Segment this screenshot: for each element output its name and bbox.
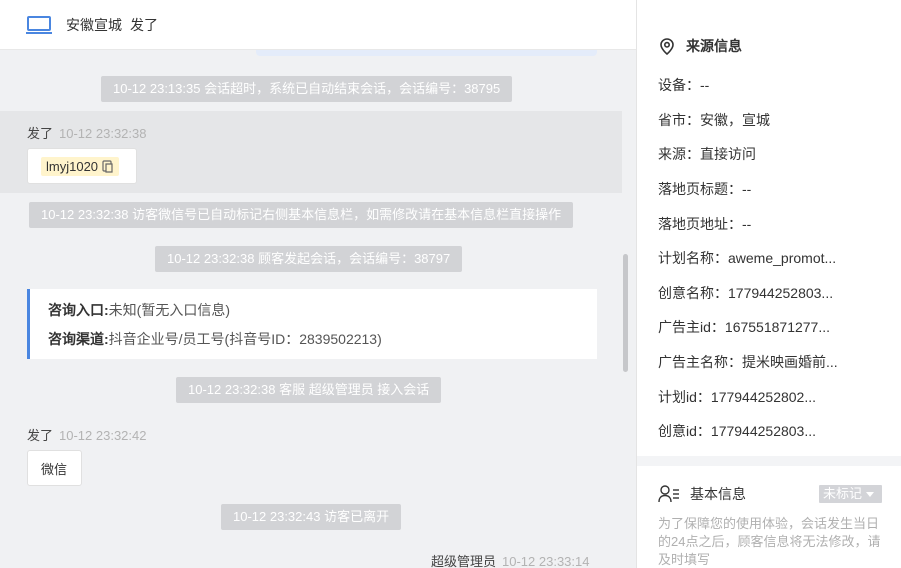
source-landing-title: 落地页标题：-- bbox=[658, 179, 898, 199]
message-bubble: 微信 bbox=[27, 450, 82, 486]
user-card-icon bbox=[658, 485, 679, 503]
agent-name: 超级管理员 bbox=[431, 554, 497, 568]
chat-pane: 安徽宣城 发了 10-12 23:13:35 会话超时，系统已自动结束会话，会话… bbox=[0, 0, 636, 568]
system-message: 10-12 23:32:43 访客已离开 bbox=[221, 504, 402, 530]
message-text: 微信 bbox=[41, 461, 68, 477]
field-label: 计划id： bbox=[658, 389, 711, 405]
visitor-info-panel: 来源信息 设备：-- 省市：安徽，宣城 来源：直接访问 落地页标题：-- 落地页… bbox=[636, 0, 901, 568]
source-advertiser-name: 广告主名称：提米映画婚前... bbox=[658, 352, 898, 372]
system-message: 10-12 23:32:38 顾客发起会话，会话编号：38797 bbox=[155, 246, 463, 272]
system-message: 10-12 23:32:38 客服 超级管理员 接入会话 bbox=[176, 377, 442, 403]
source-info-header: 来源信息 bbox=[660, 36, 742, 56]
field-label: 省市： bbox=[658, 112, 700, 128]
message-bubble: lmyj1020 bbox=[27, 148, 137, 184]
field-label: 落地页地址： bbox=[658, 216, 742, 232]
message-meta: 发了 10-12 23:32:42 bbox=[27, 425, 146, 444]
copy-icon[interactable] bbox=[102, 159, 114, 173]
source-creative-name: 创意名称：177944252803... bbox=[658, 283, 898, 303]
computer-icon bbox=[26, 15, 52, 34]
field-label: 广告主名称： bbox=[658, 354, 742, 370]
field-value: -- bbox=[742, 181, 752, 197]
app-window: 安徽宣城 发了 10-12 23:13:35 会话超时，系统已自动结束会话，会话… bbox=[0, 0, 901, 568]
wechat-id-tag[interactable]: lmyj1020 bbox=[41, 156, 120, 176]
consult-entry-label: 咨询入口: bbox=[48, 302, 109, 318]
field-value: 直接访问 bbox=[700, 146, 756, 162]
source-plan-id: 计划id：177944252802... bbox=[658, 387, 898, 407]
field-value: 安徽，宣城 bbox=[700, 112, 770, 128]
field-label: 广告主id： bbox=[658, 319, 725, 335]
consult-info-card: 咨询入口:未知(暂无入口信息) 咨询渠道:抖音企业号/员工号(抖音号ID：283… bbox=[27, 289, 597, 359]
consult-entry-row: 咨询入口:未知(暂无入口信息) bbox=[48, 298, 597, 327]
consult-channel-row: 咨询渠道:抖音企业号/员工号(抖音号ID：2839502213) bbox=[48, 327, 597, 356]
source-plan-name: 计划名称：aweme_promot... bbox=[658, 248, 898, 268]
message-sender: 发了 bbox=[27, 428, 54, 443]
field-value: 167551871277... bbox=[724, 319, 831, 335]
system-message: 10-12 23:13:35 会话超时，系统已自动结束会话，会话编号：38795 bbox=[101, 76, 513, 102]
basic-info-title: 基本信息 bbox=[690, 486, 746, 502]
field-label: 创意id： bbox=[658, 423, 711, 439]
visitor-name: 安徽宣城 bbox=[66, 16, 122, 33]
consult-channel-label: 咨询渠道: bbox=[48, 331, 109, 347]
field-value: -- bbox=[700, 77, 710, 93]
chat-header: 安徽宣城 发了 bbox=[0, 0, 636, 50]
mark-status-label: 未标记 bbox=[823, 486, 863, 501]
source-creative-id: 创意id：177944252803... bbox=[658, 421, 898, 441]
field-value: 177944252803... bbox=[728, 285, 834, 301]
field-value: -- bbox=[742, 216, 752, 232]
caret-down-icon bbox=[866, 491, 875, 497]
location-pin-icon bbox=[660, 37, 674, 55]
field-label: 设备： bbox=[658, 77, 700, 93]
chat-scrollbar[interactable] bbox=[623, 254, 628, 372]
agent-message-meta: 超级管理员 10-12 23:33:14 bbox=[431, 551, 589, 568]
edit-notice: 为了保障您的使用体验，会话发生当日的24点之后，顾客信息将无法修改，请及时填写 bbox=[658, 516, 881, 567]
source-device: 设备：-- bbox=[658, 75, 898, 95]
source-info-title: 来源信息 bbox=[686, 38, 742, 54]
message-time: 10-12 23:32:38 bbox=[59, 126, 147, 141]
source-advertiser-id: 广告主id：167551871277... bbox=[658, 317, 898, 337]
field-value: aweme_promot... bbox=[728, 250, 837, 266]
source-landing-url: 落地页地址：-- bbox=[658, 214, 898, 234]
field-label: 计划名称： bbox=[658, 250, 728, 266]
field-value: 提米映画婚前... bbox=[742, 354, 838, 370]
consult-entry-value: 未知(暂无入口信息) bbox=[108, 302, 230, 318]
mark-status-dropdown[interactable]: 未标记 bbox=[819, 485, 882, 503]
source-city: 省市：安徽，宣城 bbox=[658, 110, 898, 130]
field-label: 落地页标题： bbox=[658, 181, 742, 197]
message-time: 10-12 23:32:42 bbox=[59, 428, 147, 443]
section-divider bbox=[637, 456, 901, 466]
field-label: 创意名称： bbox=[658, 285, 728, 301]
basic-info-header: 基本信息 bbox=[658, 484, 746, 504]
message-sender: 发了 bbox=[27, 126, 54, 141]
consult-channel-value: 抖音企业号/员工号(抖音号ID：2839502213) bbox=[108, 331, 382, 347]
message-meta: 发了 10-12 23:32:38 bbox=[27, 123, 146, 142]
field-label: 来源： bbox=[658, 146, 700, 162]
field-value: 177944252802... bbox=[710, 389, 817, 405]
field-value: 177944252803... bbox=[710, 423, 817, 439]
agent-message-time: 10-12 23:33:14 bbox=[502, 554, 590, 568]
system-message: 10-12 23:32:38 访客微信号已自动标记右侧基本信息栏，如需修改请在基… bbox=[29, 202, 574, 228]
wechat-id-text: lmyj1020 bbox=[46, 158, 99, 174]
visitor-status: 发了 bbox=[130, 16, 158, 33]
source-channel: 来源：直接访问 bbox=[658, 144, 898, 164]
